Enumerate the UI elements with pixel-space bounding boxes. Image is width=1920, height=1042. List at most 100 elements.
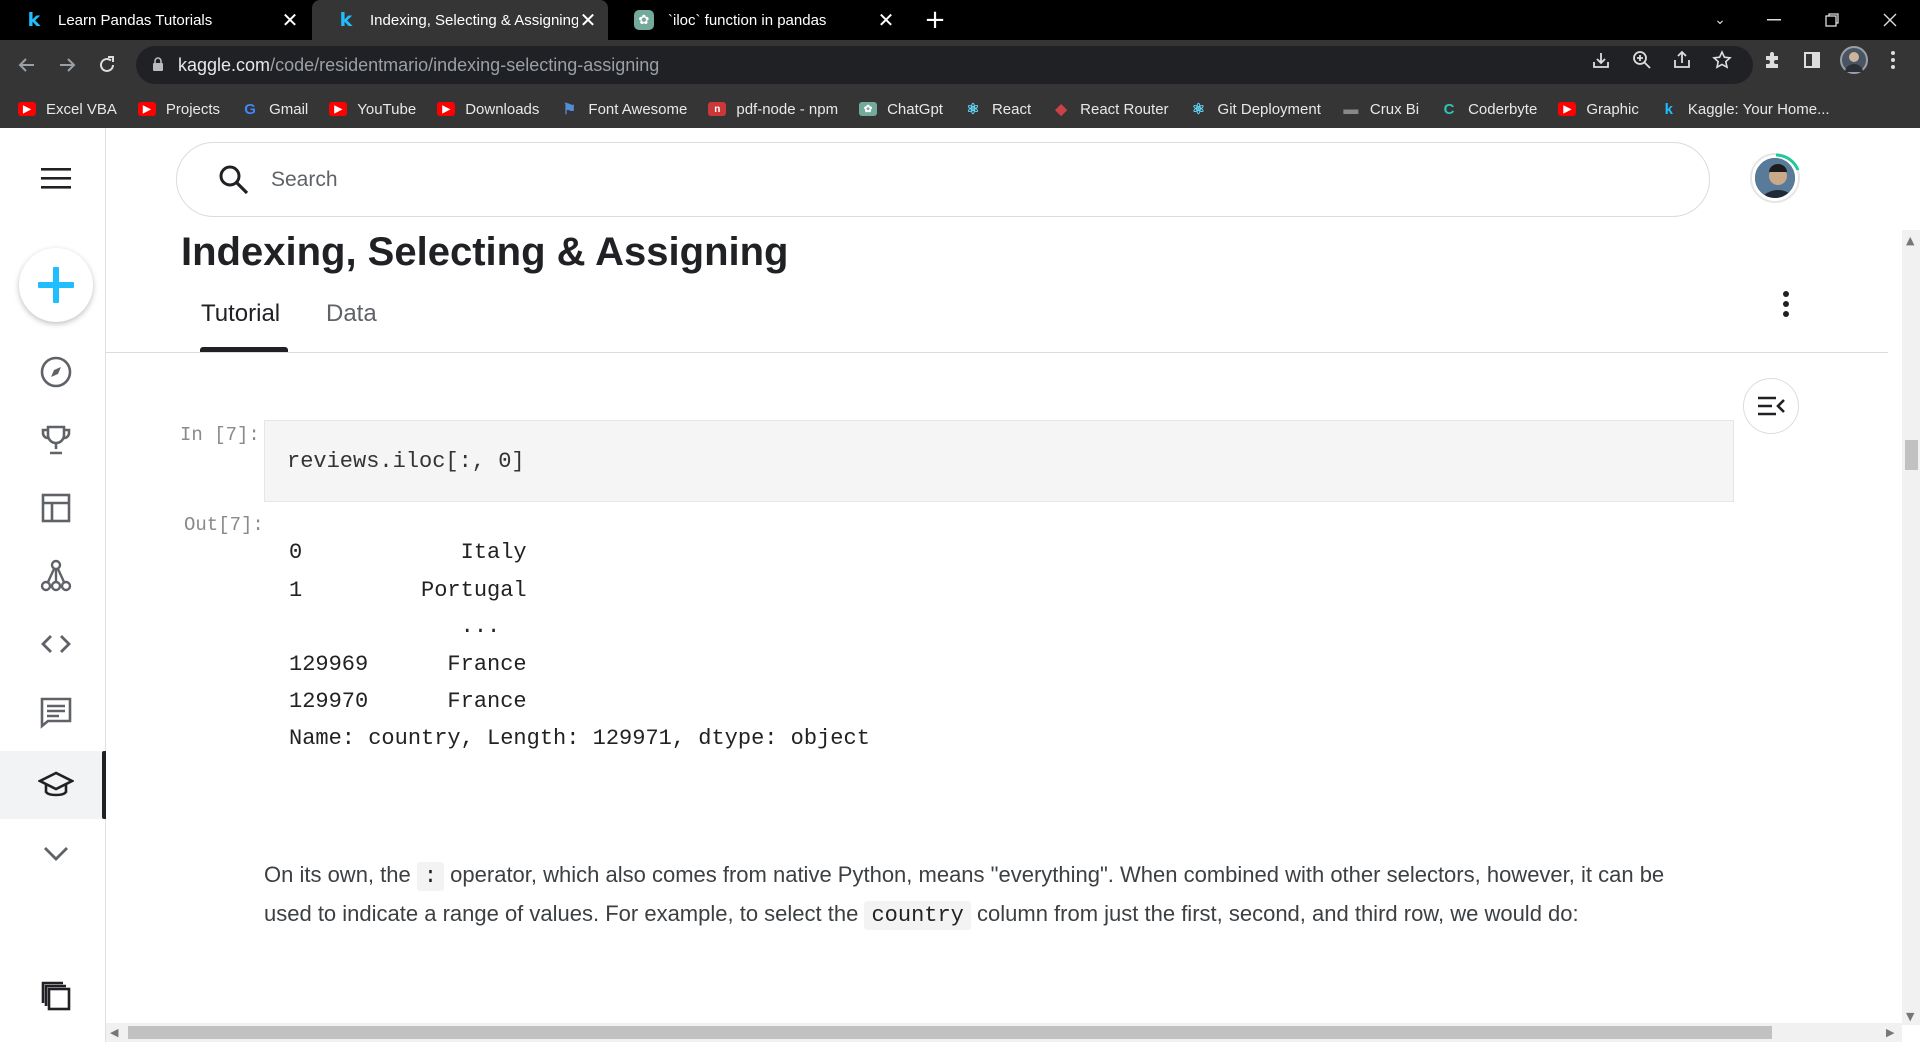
hamburger-menu-button[interactable]: [28, 150, 84, 206]
close-icon[interactable]: ✕: [280, 8, 300, 33]
copy-icon: [41, 981, 71, 1011]
react-icon: ⚛: [1191, 101, 1206, 118]
close-icon[interactable]: ✕: [876, 8, 896, 33]
bookmark-item[interactable]: k Kaggle: Your Home...: [1660, 101, 1830, 118]
output-prompt: Out[7]:: [184, 514, 264, 536]
flag-icon: ⚑: [562, 101, 577, 118]
code-text: reviews.iloc[:, 0]: [287, 449, 525, 474]
youtube-icon: ▶: [1558, 102, 1577, 116]
nav-more[interactable]: [28, 825, 84, 881]
kaggle-icon: k: [1664, 100, 1674, 118]
bookmark-item[interactable]: ◆ React Router: [1052, 100, 1169, 119]
models-icon: [40, 559, 72, 592]
tab-search-icon[interactable]: ⌄: [1700, 0, 1740, 40]
page-title: Indexing, Selecting & Assigning: [181, 230, 789, 274]
more-options-button[interactable]: [1774, 288, 1798, 320]
browser-tab-1[interactable]: k Learn Pandas Tutorials ✕: [0, 0, 310, 40]
side-panel-icon[interactable]: [1801, 49, 1823, 71]
scroll-right-icon[interactable]: ▶: [1886, 1026, 1894, 1039]
bookmark-item[interactable]: ⚛ React: [964, 100, 1032, 119]
new-tab-button[interactable]: +: [915, 0, 955, 40]
bookmark-label: ChatGpt: [887, 100, 943, 118]
tab-title: Indexing, Selecting & Assigning |: [370, 11, 578, 29]
bookmark-item[interactable]: G Gmail: [241, 101, 308, 118]
search-input[interactable]: Search: [271, 168, 338, 192]
inline-code: country: [864, 901, 971, 930]
zoom-icon[interactable]: [1631, 49, 1653, 71]
paragraph-text: On its own, the: [264, 862, 417, 887]
bookmark-label: Crux Bi: [1369, 100, 1420, 118]
nav-models[interactable]: [28, 548, 84, 604]
window-close-button[interactable]: [1870, 0, 1910, 40]
menu-icon: [41, 168, 71, 189]
reload-icon: [100, 56, 114, 72]
url-field[interactable]: kaggle.com/code/residentmario/indexing-s…: [136, 46, 1753, 84]
share-icon[interactable]: [1671, 49, 1693, 71]
vertical-scrollbar[interactable]: ▲ ▼: [1902, 230, 1920, 1025]
bookmark-item[interactable]: ▶ Excel VBA: [18, 101, 117, 118]
bookmark-item[interactable]: ▬ Crux Bi: [1342, 101, 1419, 118]
nav-datasets[interactable]: [28, 480, 84, 536]
nav-learn[interactable]: [28, 757, 84, 813]
bookmark-label: Downloads: [465, 100, 540, 118]
tab-data[interactable]: Data: [326, 300, 377, 328]
bookmark-item[interactable]: ⚛ Git Deployment: [1190, 100, 1321, 119]
graduation-cap-icon: [38, 771, 74, 797]
inline-code: :: [416, 862, 445, 891]
bookmark-item[interactable]: ▶ Projects: [137, 101, 220, 118]
nav-code[interactable]: [28, 616, 84, 672]
nav-competitions[interactable]: [28, 412, 84, 468]
browser-menu-icon[interactable]: [1882, 49, 1904, 71]
search-icon: [219, 165, 249, 195]
restore-icon: [1825, 13, 1839, 27]
table-icon: [41, 493, 71, 523]
nav-competitions-compass[interactable]: [28, 344, 84, 400]
bookmark-item[interactable]: ▶ YouTube: [329, 101, 416, 118]
restore-button[interactable]: [1812, 0, 1852, 40]
table-of-contents-button[interactable]: [1743, 378, 1799, 434]
install-app-icon[interactable]: [1590, 49, 1612, 71]
react-icon: ⚛: [966, 101, 980, 118]
toc-icon: [1758, 396, 1785, 416]
reload-button[interactable]: [92, 50, 122, 80]
browser-tab-2[interactable]: k Indexing, Selecting & Assigning | ✕: [312, 0, 608, 40]
bookmark-star-icon[interactable]: [1711, 49, 1733, 71]
browser-tab-3[interactable]: ✿ `iloc` function in pandas ✕: [610, 0, 906, 40]
extensions-icon[interactable]: [1761, 49, 1783, 71]
bookmark-item[interactable]: C Coderbyte: [1440, 101, 1538, 118]
bookmark-label: Git Deployment: [1217, 100, 1321, 118]
progress-ring: [1775, 153, 1800, 171]
back-button[interactable]: [12, 50, 42, 80]
scroll-left-icon[interactable]: ◀: [110, 1026, 118, 1039]
bookmark-item[interactable]: n pdf-node - npm: [708, 101, 838, 118]
bookmark-item[interactable]: ⚑ Font Awesome: [560, 101, 688, 119]
nav-discussions[interactable]: [28, 684, 84, 740]
bookmarks-bar: ▶ Excel VBA ▶ Projects G Gmail ▶ YouTube ▶ Downlo…: [0, 90, 1920, 128]
bookmark-label: Kaggle: Your Home...: [1687, 100, 1830, 118]
tab-tutorial[interactable]: Tutorial: [201, 300, 280, 328]
code-cell[interactable]: reviews.iloc[:, 0]: [264, 420, 1734, 502]
bookmark-label: React Router: [1080, 100, 1169, 118]
output-line: ...: [289, 614, 501, 639]
bookmark-item[interactable]: ▶ Graphic: [1558, 101, 1639, 118]
forward-button[interactable]: [52, 50, 82, 80]
close-icon[interactable]: ✕: [578, 8, 598, 33]
bookmark-item[interactable]: ✿ ChatGpt: [859, 101, 943, 118]
bookmark-label: React: [991, 100, 1032, 118]
nav-your-work[interactable]: [28, 968, 84, 1024]
search-bar[interactable]: Search: [176, 142, 1710, 217]
lock-icon: [153, 57, 163, 71]
scrollbar-thumb[interactable]: [1905, 440, 1918, 470]
output-line: Name: country, Length: 129971, dtype: ob…: [289, 726, 870, 751]
code-icon: [41, 635, 71, 653]
minimize-button[interactable]: [1754, 0, 1794, 40]
horizontal-scrollbar[interactable]: ◀ ▶: [106, 1023, 1902, 1042]
scrollbar-thumb[interactable]: [128, 1026, 1772, 1039]
bookmark-item[interactable]: ▶ Downloads: [437, 101, 539, 118]
scroll-down-icon[interactable]: ▼: [1906, 1010, 1914, 1023]
scroll-up-icon[interactable]: ▲: [1906, 234, 1914, 247]
input-prompt: In [7]:: [180, 424, 260, 446]
markdown-paragraph: On its own, the : operator, which also c…: [264, 856, 1704, 934]
create-button[interactable]: [19, 248, 93, 322]
profile-avatar[interactable]: [1840, 46, 1868, 74]
